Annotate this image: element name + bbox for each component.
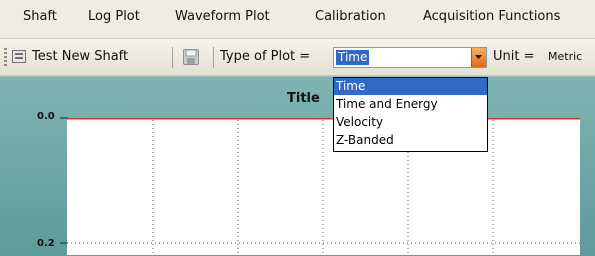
menu-acquisition-functions[interactable]: Acquisition Functions: [423, 9, 560, 24]
dropdown-option-time[interactable]: Time: [334, 78, 487, 95]
save-icon[interactable]: [183, 49, 199, 65]
chevron-down-icon: [475, 55, 482, 59]
test-shaft-icon[interactable]: [12, 50, 26, 63]
menu-log-plot[interactable]: Log Plot: [88, 9, 140, 24]
toolbar: Test New Shaft Type of Plot = Time Unit …: [0, 39, 595, 76]
type-of-plot-value: Time: [336, 50, 370, 65]
toolbar-separator: [213, 47, 214, 68]
toolbar-grip-handle[interactable]: [4, 48, 7, 66]
menu-bar: Shaft Log Plot Waveform Plot Calibration…: [0, 0, 595, 39]
plot-title: Title: [287, 91, 320, 106]
plot-canvas: [67, 118, 580, 255]
dropdown-option-time-and-energy[interactable]: Time and Energy: [334, 96, 487, 113]
toolbar-separator: [172, 47, 173, 68]
unit-label: Unit =: [493, 49, 535, 64]
dropdown-option-z-banded[interactable]: Z-Banded: [334, 132, 487, 149]
dropdown-option-velocity[interactable]: Velocity: [334, 114, 487, 131]
y-tick-label: 0.0: [37, 111, 55, 122]
plot-area[interactable]: [67, 118, 580, 255]
y-tick-label: 0.2: [37, 238, 55, 249]
unit-value[interactable]: Metric: [548, 50, 582, 63]
type-of-plot-label: Type of Plot =: [220, 49, 311, 64]
menu-calibration[interactable]: Calibration: [315, 9, 386, 24]
type-of-plot-combo[interactable]: Time: [333, 47, 487, 68]
menu-shaft[interactable]: Shaft: [23, 9, 57, 24]
test-new-shaft-button[interactable]: Test New Shaft: [32, 49, 128, 64]
y-axis-ticks: [60, 117, 68, 244]
type-of-plot-dropdown-list: Time Time and Energy Velocity Z-Banded: [333, 77, 488, 152]
dropdown-arrow-button[interactable]: [471, 48, 486, 67]
menu-waveform-plot[interactable]: Waveform Plot: [175, 9, 270, 24]
